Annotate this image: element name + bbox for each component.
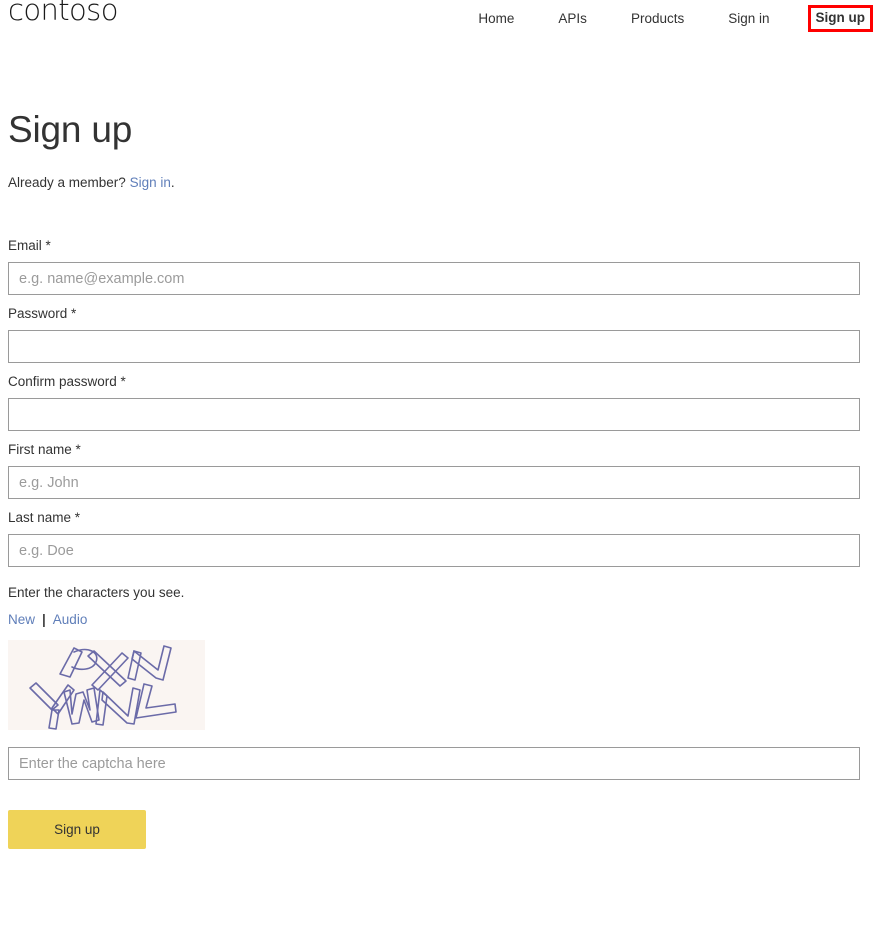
brand-logo[interactable]: contoso <box>8 0 118 25</box>
already-member-text: Already a member? <box>8 175 130 191</box>
main-content: Sign up Already a member? Sign in. Email… <box>0 40 875 850</box>
signup-form: Email * Password * Confirm password * Fi… <box>8 190 867 850</box>
first-name-input[interactable] <box>8 466 860 500</box>
nav-link-apis[interactable]: APIs <box>558 10 587 28</box>
captcha-input[interactable] <box>8 747 860 781</box>
captcha-audio-link[interactable]: Audio <box>53 612 88 627</box>
last-name-input[interactable] <box>8 534 860 568</box>
field-label-email: Email * <box>8 238 51 254</box>
site-header: contoso Home APIs Products Sign in Sign … <box>0 0 875 40</box>
field-first-name: First name * <box>8 442 867 500</box>
nav-link-sign-up[interactable]: Sign up <box>807 5 873 32</box>
field-label-first-name: First name * <box>8 442 81 458</box>
field-label-password: Password * <box>8 306 77 322</box>
already-member-line: Already a member? Sign in. <box>8 152 867 190</box>
field-last-name: Last name * <box>8 510 867 568</box>
field-label-last-name: Last name * <box>8 510 81 526</box>
captcha-prompt: Enter the characters you see. <box>8 585 185 601</box>
field-label-confirm-password: Confirm password * <box>8 374 126 390</box>
nav-link-products[interactable]: Products <box>631 10 684 28</box>
page-title: Sign up <box>8 109 133 150</box>
nav-link-home[interactable]: Home <box>478 10 514 28</box>
captcha-links: New | Audio <box>8 601 867 628</box>
confirm-password-input[interactable] <box>8 398 860 432</box>
email-input[interactable] <box>8 262 860 296</box>
captcha-section: Enter the characters you see. New | Audio <box>8 578 867 781</box>
already-member-period: . <box>170 175 175 191</box>
sign-up-button[interactable]: Sign up <box>8 810 146 850</box>
captcha-glyphs <box>29 645 177 731</box>
nav-link-sign-in[interactable]: Sign in <box>728 10 769 28</box>
field-confirm-password: Confirm password * <box>8 374 867 432</box>
captcha-new-link[interactable]: New <box>8 612 35 627</box>
submit-row: Sign up <box>8 780 867 850</box>
captcha-input-wrap <box>8 730 867 781</box>
sign-in-link[interactable]: Sign in <box>130 175 171 190</box>
password-input[interactable] <box>8 330 860 364</box>
field-email: Email * <box>8 238 867 296</box>
field-password: Password * <box>8 306 867 364</box>
main-navigation: Home APIs Products Sign in Sign up <box>478 5 875 32</box>
captcha-separator: | <box>42 612 46 628</box>
captcha-image <box>8 640 205 731</box>
